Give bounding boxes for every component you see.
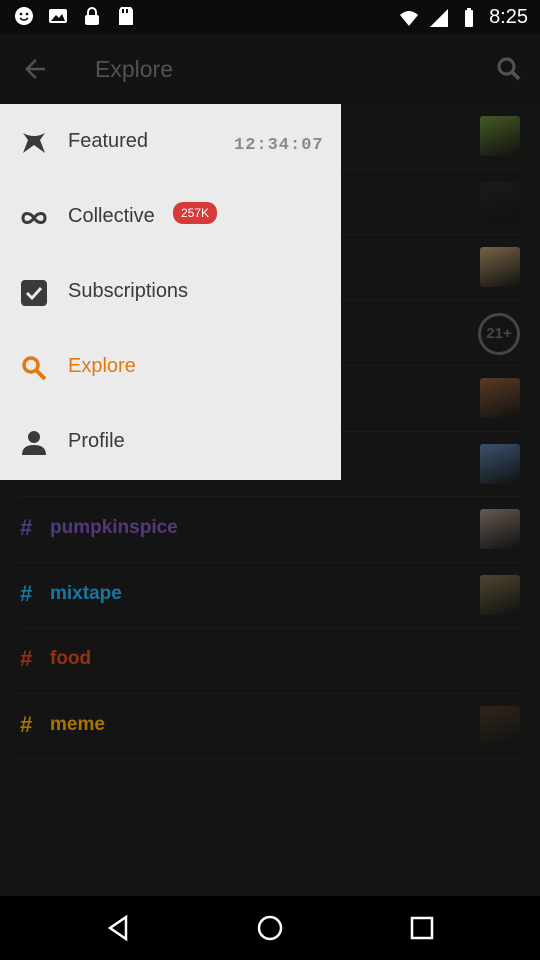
back-nav-icon[interactable] (104, 913, 134, 943)
drawer-item-collective[interactable]: Collective (0, 187, 341, 247)
drawer-item-profile[interactable]: Profile (0, 412, 341, 472)
home-nav-icon[interactable] (255, 913, 285, 943)
drawer-item-label: Profile (68, 430, 125, 452)
image-icon (49, 9, 67, 23)
storage-icon (119, 7, 133, 25)
search-icon (22, 356, 47, 381)
drawer-item-label: Subscriptions (68, 280, 189, 302)
drawer-item-label: Featured (68, 130, 149, 152)
drawer-item-subscriptions[interactable]: Subscriptions (0, 262, 341, 322)
infinity-icon (21, 212, 47, 224)
signal-icon (430, 8, 449, 27)
recents-nav-icon[interactable] (407, 913, 437, 943)
drawer-item-label: Explore (68, 355, 136, 377)
checkbox-icon (21, 280, 47, 306)
status-time: 8:25 (489, 6, 528, 28)
collective-count-badge: 257K (173, 202, 218, 224)
drawer-item-featured[interactable]: Featured (0, 112, 341, 172)
status-bar: 8:25 (0, 0, 540, 34)
nav-drawer: 12:34:07 Featured Collective 257K Subscr… (0, 104, 341, 480)
featured-icon (23, 133, 45, 153)
drawer-item-explore[interactable]: Explore (0, 337, 341, 397)
smiley-icon (15, 7, 33, 25)
system-nav-bar (0, 896, 540, 960)
wifi-icon (400, 10, 419, 26)
lock-icon (85, 7, 99, 25)
drawer-item-label: Collective (68, 205, 155, 227)
battery-icon (465, 7, 474, 27)
profile-icon (22, 431, 46, 455)
